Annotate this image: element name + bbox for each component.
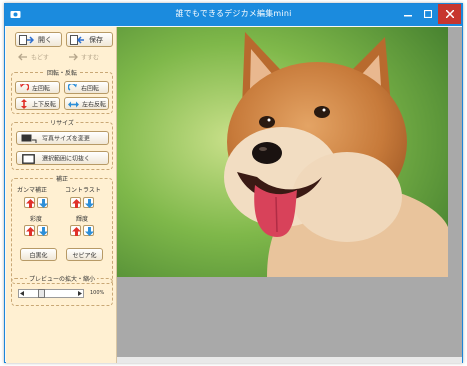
undo-label: もどす <box>31 54 49 62</box>
gamma-up-button[interactable] <box>24 197 35 208</box>
rotate-left-label: 左回転 <box>32 85 51 92</box>
resize-photo-button[interactable]: 写真サイズを変更 <box>16 131 109 145</box>
minimize-icon <box>404 15 412 17</box>
open-file-icon <box>19 35 34 45</box>
arrow-up-icon <box>72 199 81 208</box>
rotate-left-icon <box>20 84 29 91</box>
tool-panel: 開く 保存 もどす すすむ 回転・反転 左回転 右回転 上下反転 左右反転 リサ… <box>6 27 117 363</box>
rotate-right-label: 右回転 <box>81 85 100 92</box>
saturation-down-button[interactable] <box>83 225 94 236</box>
sepia-button[interactable]: セピア化 <box>66 248 103 261</box>
title-bar[interactable]: 誰でもできるデジカメ編集mini <box>5 4 462 26</box>
save-file-icon <box>70 35 84 45</box>
zoom-percent: 100% <box>90 290 105 296</box>
arrow-down-icon <box>85 199 94 208</box>
zoom-slider-thumb[interactable] <box>37 289 45 298</box>
resize-photo-label: 写真サイズを変更 <box>42 135 90 143</box>
adjust-group-title: 補正 <box>53 176 70 183</box>
rotate-right-icon <box>68 84 77 91</box>
slider-left-icon <box>20 291 24 296</box>
gamma-label: ガンマ補正 <box>17 187 48 194</box>
open-button[interactable]: 開く <box>15 32 62 47</box>
undo-icon <box>18 53 27 61</box>
app-window: 誰でもできるデジカメ編集mini 開く 保存 もどす すすむ 回転・反転 左回転… <box>4 3 463 363</box>
redo-icon <box>69 53 78 61</box>
arrow-down-icon <box>39 227 48 236</box>
preview-zoom-title: プレビューの拡大・縮小 <box>26 276 97 283</box>
crop-icon <box>22 154 35 164</box>
zoom-slider[interactable] <box>18 289 84 298</box>
maximize-button[interactable] <box>418 4 438 24</box>
sepia-label: セピア化 <box>72 252 97 259</box>
brightness-up-button[interactable] <box>24 225 35 236</box>
brightness-down-button[interactable] <box>37 225 48 236</box>
crop-selection-label: 選択範囲に切抜く <box>42 155 91 163</box>
shiba-inu-image <box>117 27 448 277</box>
save-button[interactable]: 保存 <box>66 32 113 47</box>
maximize-icon <box>423 9 433 19</box>
rotate-left-button[interactable]: 左回転 <box>15 81 60 94</box>
window-title: 誰でもできるデジカメ編集mini <box>175 9 292 18</box>
resize-icon <box>21 134 37 143</box>
black-white-label: 白黒化 <box>29 252 48 259</box>
arrow-up-icon <box>26 227 35 236</box>
save-label: 保存 <box>89 35 103 44</box>
contrast-label: コントラスト <box>65 187 101 194</box>
arrow-up-icon <box>72 227 81 236</box>
rotate-group-title: 回転・反転 <box>44 70 79 77</box>
dog-photo <box>117 27 448 277</box>
rotate-right-button[interactable]: 右回転 <box>64 81 109 94</box>
resize-group-title: リサイズ <box>48 120 76 127</box>
arrow-up-icon <box>26 199 35 208</box>
saturation-up-button[interactable] <box>70 225 81 236</box>
contrast-down-button[interactable] <box>83 197 94 208</box>
flip-vertical-icon <box>21 99 27 109</box>
flip-horizontal-icon <box>68 101 79 108</box>
black-white-button[interactable]: 白黒化 <box>20 248 57 261</box>
slider-right-icon <box>78 291 82 296</box>
redo-label: すすむ <box>81 54 100 62</box>
arrow-down-icon <box>39 199 48 208</box>
undo-button[interactable]: もどす <box>16 52 61 62</box>
status-bar <box>117 357 462 363</box>
flip-horizontal-button[interactable]: 左右反転 <box>64 97 109 110</box>
redo-button[interactable]: すすむ <box>66 52 111 62</box>
arrow-down-icon <box>85 227 94 236</box>
image-viewer[interactable] <box>117 27 462 363</box>
crop-selection-button[interactable]: 選択範囲に切抜く <box>16 151 109 165</box>
flip-horizontal-label: 左右反転 <box>82 101 107 108</box>
close-button[interactable] <box>438 4 461 24</box>
gamma-down-button[interactable] <box>37 197 48 208</box>
flip-vertical-button[interactable]: 上下反転 <box>15 97 60 110</box>
minimize-button[interactable] <box>398 4 418 24</box>
flip-vertical-label: 上下反転 <box>32 101 57 108</box>
close-icon <box>444 9 455 19</box>
contrast-up-button[interactable] <box>70 197 81 208</box>
brightness-label: 彩度 <box>30 216 43 223</box>
open-label: 開く <box>38 35 52 44</box>
saturation-label: 輝度 <box>76 216 89 223</box>
